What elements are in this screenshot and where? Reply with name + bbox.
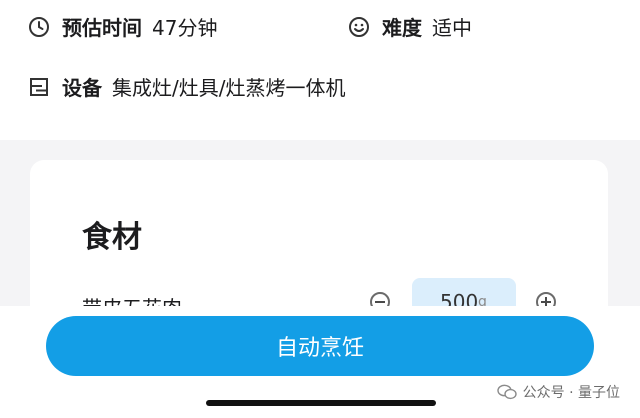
device-icon [28, 76, 50, 98]
estimated-time-value: 47分钟 [152, 16, 218, 40]
estimated-time-row: 预估时间 47分钟 [28, 12, 217, 41]
home-indicator [206, 400, 436, 406]
recipe-info-section: 预估时间 47分钟 难度 适中 设备 集成灶/灶具/灶蒸烤一体机 [0, 0, 640, 140]
device-value: 集成灶/灶具/灶蒸烤一体机 [112, 76, 346, 100]
watermark: 公众号 · 量子位 [496, 382, 620, 402]
device-row: 设备 集成灶/灶具/灶蒸烤一体机 [28, 72, 345, 101]
difficulty-row: 难度 适中 [348, 12, 472, 41]
difficulty-value: 适中 [432, 16, 472, 40]
watermark-text: 公众号 · 量子位 [522, 385, 620, 401]
smiley-icon [348, 16, 370, 38]
estimated-time-label: 预估时间 [62, 16, 142, 40]
clock-icon [28, 16, 50, 38]
difficulty-label: 难度 [382, 16, 422, 40]
auto-cook-button[interactable]: 自动烹饪 [46, 316, 594, 376]
device-label: 设备 [62, 76, 102, 100]
wechat-icon [496, 384, 517, 400]
ingredients-title: 食材 [82, 220, 142, 255]
